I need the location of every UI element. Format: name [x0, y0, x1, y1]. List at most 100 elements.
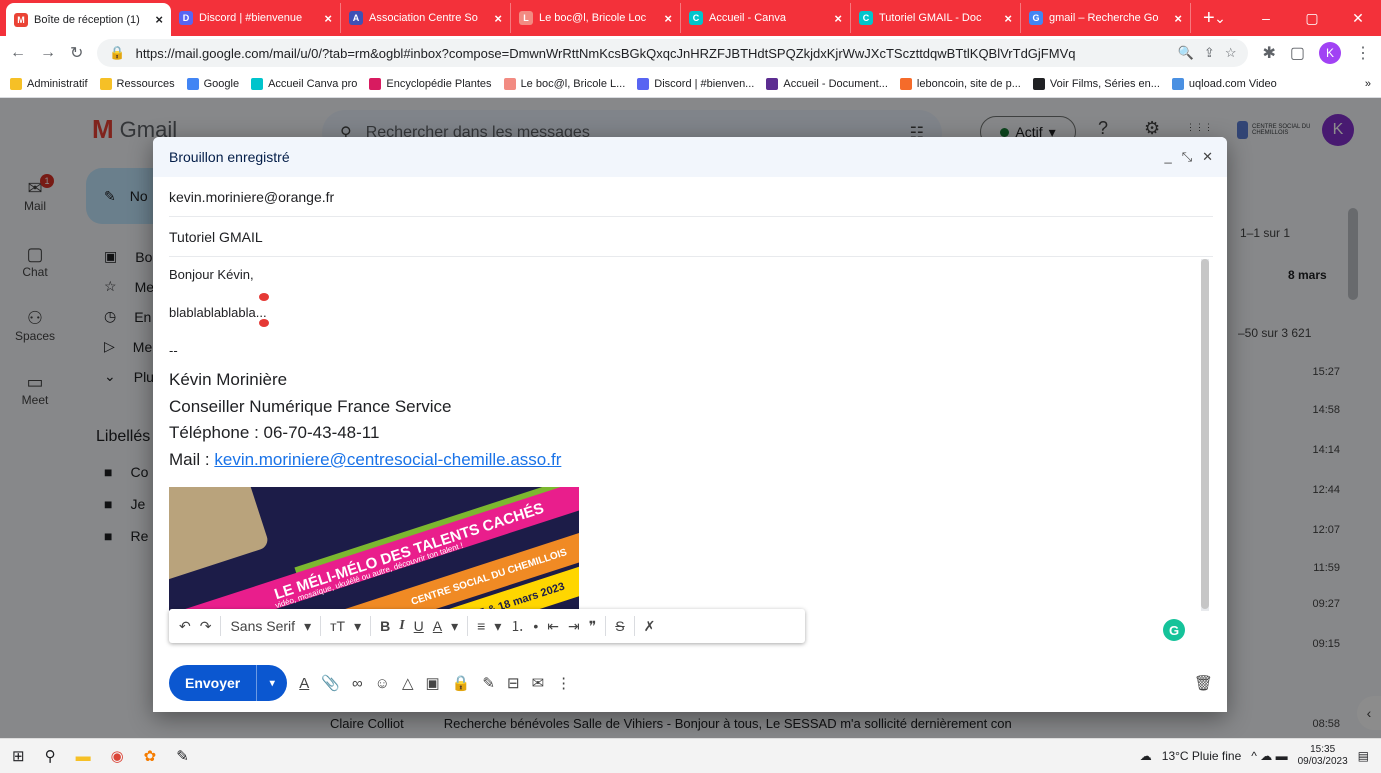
subject-field[interactable]: Tutoriel GMAIL: [169, 217, 1213, 257]
bookmark-item[interactable]: Ressources: [99, 77, 175, 90]
formatting-options-icon[interactable]: A: [299, 675, 309, 692]
share-icon[interactable]: ⇪: [1204, 45, 1215, 61]
layouts-icon[interactable]: ⊟: [507, 674, 520, 692]
mail-merge-icon[interactable]: ✉: [532, 674, 545, 692]
strikethrough-icon[interactable]: S: [615, 618, 624, 634]
body-scroll-thumb[interactable]: [1201, 259, 1209, 609]
browser-tab[interactable]: D Discord | #bienvenue ×: [171, 3, 341, 33]
bold-icon[interactable]: B: [380, 618, 390, 634]
confidential-icon[interactable]: 🔒: [452, 674, 471, 692]
browser-profile-avatar[interactable]: K: [1319, 42, 1341, 64]
indent-less-icon[interactable]: ⇤: [547, 618, 559, 635]
weather-text[interactable]: 13°C Pluie fine: [1162, 749, 1242, 763]
browser-tab[interactable]: C Accueil - Canva ×: [681, 3, 851, 33]
chevron-down-icon[interactable]: ▾: [304, 618, 311, 635]
quote-icon[interactable]: ❞: [589, 618, 597, 635]
emoji-icon[interactable]: ☺: [375, 675, 390, 692]
chevron-down-icon[interactable]: ▾: [451, 618, 458, 635]
close-tab-icon[interactable]: ×: [664, 11, 672, 26]
file-explorer-icon[interactable]: ▬: [76, 748, 91, 765]
indent-more-icon[interactable]: ⇥: [568, 618, 580, 635]
close-tab-icon[interactable]: ×: [324, 11, 332, 26]
bookmarks-more-icon[interactable]: »: [1365, 78, 1371, 90]
bookmark-item[interactable]: Google: [186, 77, 239, 90]
clock[interactable]: 15:35 09/03/2023: [1298, 744, 1348, 768]
star-icon[interactable]: ☆: [1225, 45, 1237, 61]
notification-icon[interactable]: ▤: [1358, 749, 1369, 763]
attach-icon[interactable]: 📎: [321, 674, 340, 692]
chevron-down-icon[interactable]: ▾: [354, 618, 361, 635]
send-options-icon[interactable]: ▾: [257, 678, 287, 689]
bookmark-item[interactable]: Accueil Canva pro: [251, 77, 357, 90]
chevron-down-icon[interactable]: ▾: [494, 618, 501, 635]
bookmark-item[interactable]: Voir Films, Séries en...: [1032, 77, 1160, 90]
browser-tab[interactable]: M Boîte de réception (1) ×: [6, 3, 171, 36]
close-tab-icon[interactable]: ×: [1004, 11, 1012, 26]
align-icon[interactable]: ≡: [477, 618, 485, 634]
redo-icon[interactable]: ↷: [200, 618, 212, 635]
back-icon[interactable]: ←: [10, 44, 26, 62]
windows-start-icon[interactable]: ⊞: [12, 747, 25, 765]
blender-icon[interactable]: ✿: [144, 747, 157, 765]
zoom-icon[interactable]: 🔍: [1178, 45, 1194, 61]
weather-icon[interactable]: ☁: [1140, 749, 1152, 763]
exit-fullscreen-icon[interactable]: ⤡: [1182, 149, 1192, 165]
grammarly-icon[interactable]: G: [1163, 619, 1185, 641]
more-options-icon[interactable]: ⋮: [556, 674, 571, 692]
reload-icon[interactable]: ↻: [70, 43, 83, 63]
maximize-window-icon[interactable]: ▢: [1289, 10, 1335, 27]
chrome-icon[interactable]: ◉: [111, 747, 124, 765]
extensions-icon[interactable]: ✱: [1262, 43, 1275, 63]
signature-icon[interactable]: ✎: [482, 674, 495, 692]
browser-tab[interactable]: Ggmail – Recherche Go ×: [1021, 3, 1191, 33]
tab-search-icon[interactable]: ⌄: [1197, 10, 1243, 27]
browser-tab[interactable]: L Le boc@l, Bricole Loc ×: [511, 3, 681, 33]
bookmarks-bar: Administratif Ressources Google Accueil Can…: [0, 70, 1381, 98]
subject-value: Tutoriel GMAIL: [169, 228, 263, 245]
to-field[interactable]: kevin.moriniere@orange.fr: [169, 177, 1213, 217]
minimize-window-icon[interactable]: –: [1243, 10, 1289, 26]
close-tab-icon[interactable]: ×: [155, 12, 163, 27]
close-tab-icon[interactable]: ×: [494, 11, 502, 26]
browser-tab[interactable]: C Tutoriel GMAIL - Doc ×: [851, 3, 1021, 33]
body-scrollbar[interactable]: [1201, 259, 1209, 611]
bookmark-item[interactable]: Discord | #bienven...: [637, 77, 754, 90]
bookmark-item[interactable]: leboncoin, site de p...: [899, 77, 1021, 90]
bookmark-item[interactable]: Administratif: [10, 77, 88, 90]
url-field[interactable]: 🔒 https://mail.google.com/mail/u/0/?tab=…: [97, 39, 1249, 67]
numbered-list-icon[interactable]: ⒈: [510, 616, 524, 636]
forward-icon[interactable]: →: [40, 44, 56, 62]
message-body[interactable]: Bonjour Kévin, blablablablabla... -- Kév…: [169, 257, 1211, 611]
sidepanel-icon[interactable]: ▢: [1290, 43, 1305, 63]
signature-mail-link[interactable]: kevin.moriniere@centresocial-chemille.as…: [214, 450, 561, 469]
underline-icon[interactable]: U: [414, 618, 424, 634]
close-tab-icon[interactable]: ×: [1174, 11, 1182, 26]
browser-tab[interactable]: A Association Centre So ×: [341, 3, 511, 33]
trash-icon[interactable]: 🗑: [1194, 674, 1213, 692]
close-tab-icon[interactable]: ×: [834, 11, 842, 26]
close-window-icon[interactable]: ✕: [1335, 10, 1381, 27]
tab-favicon-icon: C: [689, 11, 703, 25]
bookmark-item[interactable]: Encyclopédie Plantes: [369, 77, 492, 90]
text-color-icon[interactable]: A: [433, 618, 442, 634]
undo-icon[interactable]: ↶: [179, 618, 191, 635]
tray-icons[interactable]: ^ ☁ ▬: [1251, 749, 1287, 763]
drive-icon[interactable]: △: [402, 674, 414, 692]
bookmark-item[interactable]: Accueil - Document...: [766, 77, 888, 90]
clear-formatting-icon[interactable]: ✗: [644, 618, 656, 635]
bulleted-list-icon[interactable]: •: [533, 618, 538, 634]
search-icon[interactable]: ⚲: [45, 747, 56, 765]
send-button[interactable]: Envoyer: [169, 665, 258, 701]
browser-menu-icon[interactable]: ⋮: [1355, 43, 1371, 63]
bookmark-item[interactable]: Le boc@l, Bricole L...: [503, 77, 625, 90]
bookmark-item[interactable]: uqload.com Video: [1171, 77, 1277, 90]
minimize-icon[interactable]: _: [1164, 149, 1171, 165]
font-size-icon[interactable]: тT: [330, 618, 345, 634]
close-icon[interactable]: ✕: [1202, 149, 1213, 165]
photo-icon[interactable]: ▣: [426, 674, 440, 692]
bookmark-favicon-icon: [99, 77, 112, 90]
italic-icon[interactable]: I: [399, 618, 404, 634]
paint-icon[interactable]: ✎: [176, 747, 189, 765]
font-select[interactable]: Sans Serif: [230, 618, 295, 634]
link-icon[interactable]: ∞: [352, 675, 363, 692]
